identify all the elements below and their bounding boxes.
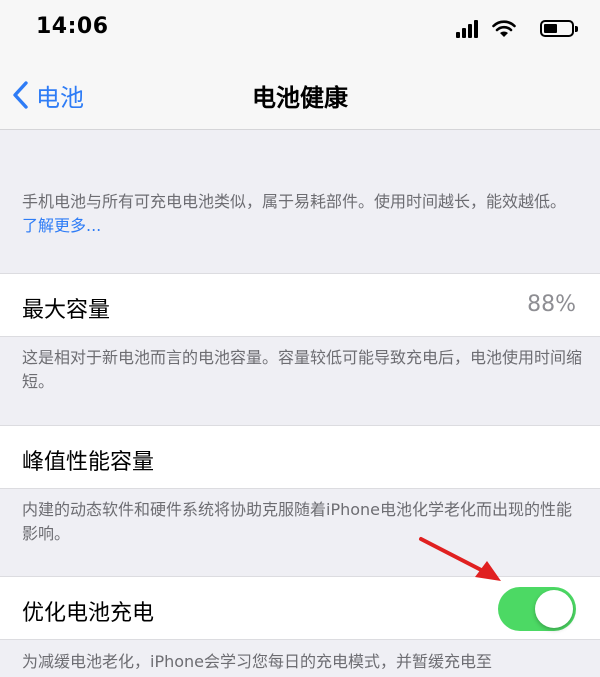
max-capacity-value: 88% xyxy=(527,292,576,317)
optimized-charging-footnote: 为减缓电池老化，iPhone会学习您每日的充电模式，并暂缓充电至 xyxy=(22,652,493,671)
max-capacity-footnote: 这是相对于新电池而言的电池容量。容量较低可能导致充电后，电池使用时间缩短。 xyxy=(22,348,583,391)
peak-performance-row: 峰值性能容量 xyxy=(0,425,600,489)
back-button[interactable]: 电池 xyxy=(10,78,84,112)
signal-icon xyxy=(456,20,482,38)
status-time: 14:06 xyxy=(36,14,109,39)
toggle-knob xyxy=(535,590,573,628)
wifi-icon xyxy=(492,20,516,37)
optimized-charging-label: 优化电池充电 xyxy=(22,601,155,626)
annotation-arrow-icon xyxy=(419,537,501,581)
battery-icon xyxy=(540,20,578,37)
battery-intro-text: 手机电池与所有可充电电池类似，属于易耗部件。使用时间越长，能效越低。了解更多..… xyxy=(22,190,582,238)
max-capacity-row: 最大容量 88% xyxy=(0,273,600,337)
status-bar: 14:06 xyxy=(0,0,600,58)
chevron-left-icon xyxy=(13,81,28,109)
page-title: 电池健康 xyxy=(252,84,348,112)
back-label: 电池 xyxy=(36,83,84,112)
navigation-bar: 电池健康 电池 xyxy=(0,58,600,130)
intro-text: 手机电池与所有可充电电池类似，属于易耗部件。使用时间越长，能效越低。 xyxy=(22,192,567,211)
learn-more-link[interactable]: 了解更多... xyxy=(22,216,101,235)
optimized-charging-row: 优化电池充电 xyxy=(0,576,600,640)
peak-performance-label: 峰值性能容量 xyxy=(22,450,155,475)
battery-level xyxy=(544,24,557,33)
optimized-charging-toggle[interactable] xyxy=(498,587,576,631)
max-capacity-label: 最大容量 xyxy=(22,298,111,323)
